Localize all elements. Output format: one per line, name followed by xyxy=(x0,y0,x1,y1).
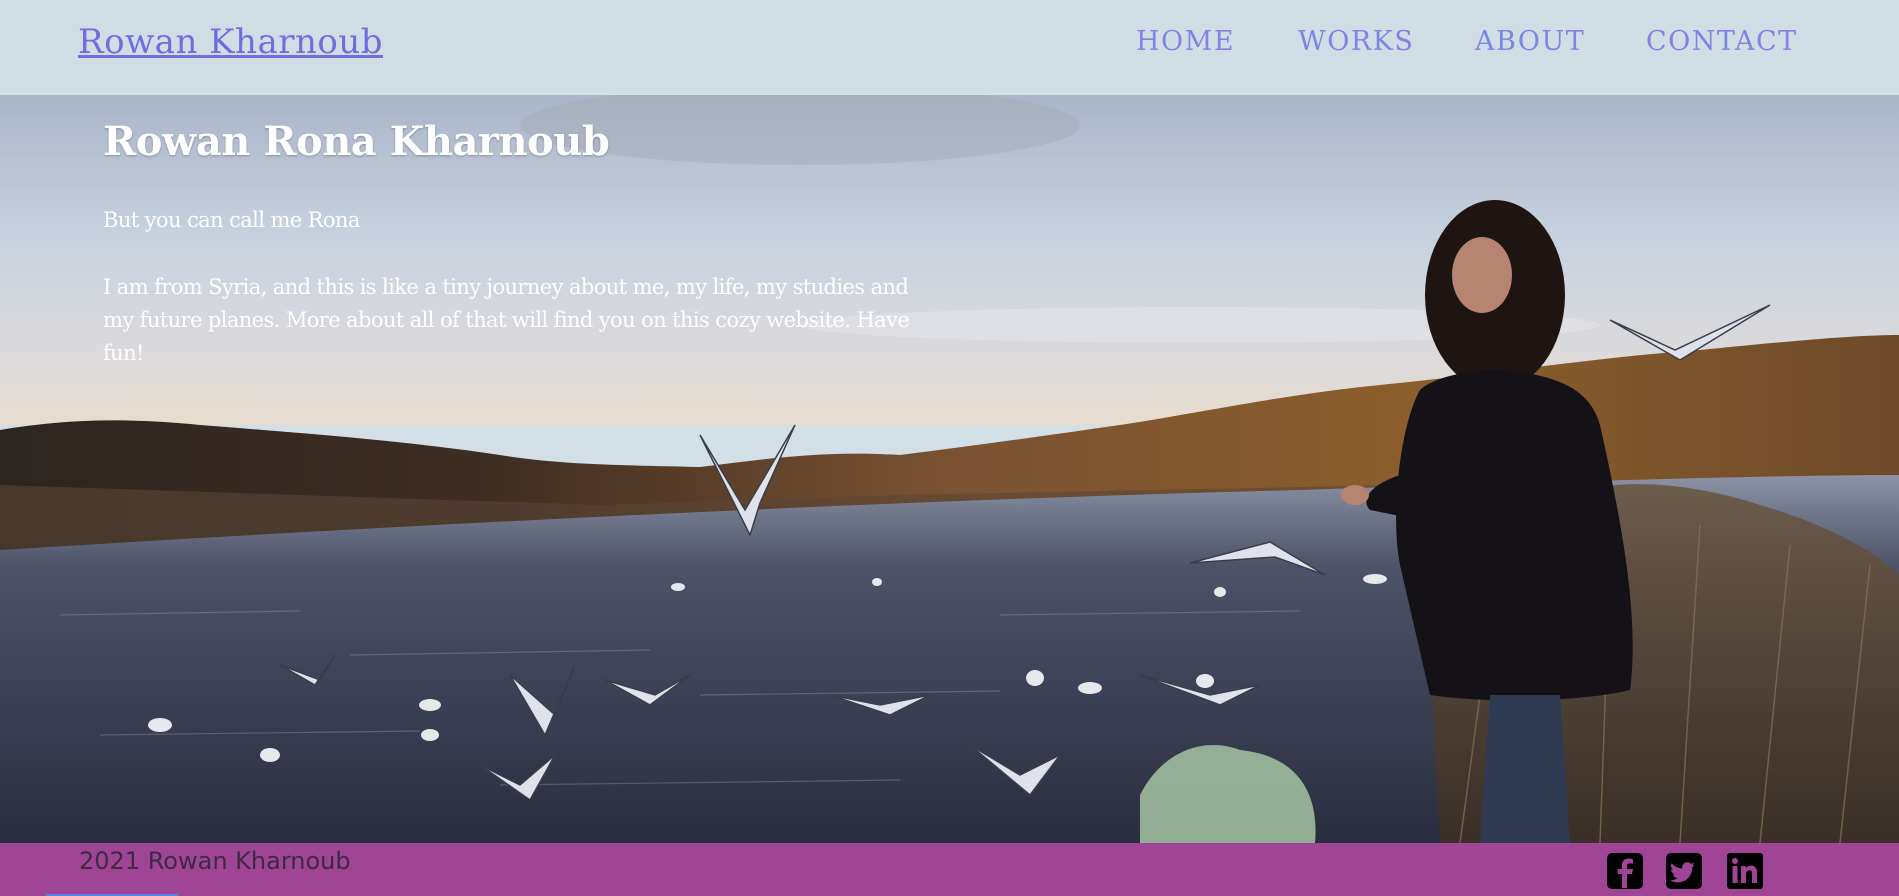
linkedin-icon xyxy=(1726,852,1764,890)
linkedin-link[interactable] xyxy=(1726,852,1764,890)
top-navigation-bar: Rowan Kharnoub HOME WORKS ABOUT CONTACT xyxy=(0,0,1899,95)
nav-link-home[interactable]: HOME xyxy=(1136,26,1235,57)
hero-description: I am from Syria, and this is like a tiny… xyxy=(103,275,910,365)
nav-link-about[interactable]: ABOUT xyxy=(1475,26,1585,57)
hero-subtitle: But you can call me Rona xyxy=(103,208,360,232)
facebook-icon xyxy=(1606,852,1644,890)
site-brand-link[interactable]: Rowan Kharnoub xyxy=(78,22,383,62)
hero-intro: Rowan Rona Kharnoub But you can call me … xyxy=(103,118,910,365)
facebook-link[interactable] xyxy=(1606,852,1644,890)
twitter-icon xyxy=(1665,852,1703,890)
twitter-link[interactable] xyxy=(1665,852,1703,890)
hero-section: Rowan Rona Kharnoub But you can call me … xyxy=(0,95,1899,843)
nav-link-contact[interactable]: CONTACT xyxy=(1646,26,1798,57)
nav-link-works[interactable]: WORKS xyxy=(1298,26,1414,57)
hero-title: Rowan Rona Kharnoub xyxy=(103,118,610,165)
footer: 2021 Rowan Kharnoub xyxy=(0,843,1899,896)
footer-copyright: 2021 Rowan Kharnoub xyxy=(79,847,351,875)
